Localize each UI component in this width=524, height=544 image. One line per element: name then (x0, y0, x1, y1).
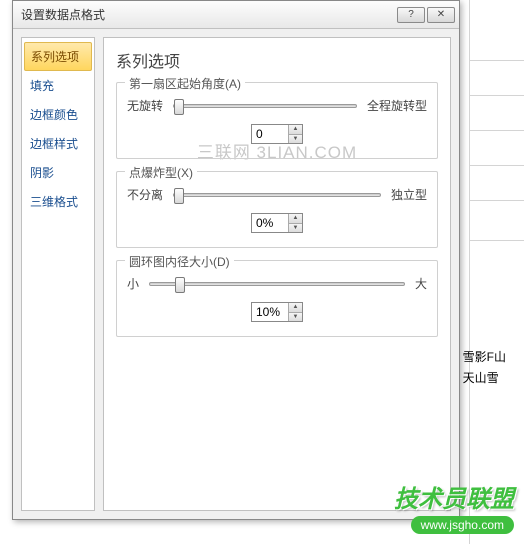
sidebar: 系列选项 填充 边框颜色 边框样式 阴影 三维格式 (21, 37, 95, 511)
explosion-slider[interactable] (173, 193, 381, 197)
spin-up-icon[interactable]: ▲ (288, 125, 302, 135)
slider-thumb[interactable] (174, 188, 184, 204)
sidebar-item-border-color[interactable]: 边框颜色 (22, 100, 94, 129)
angle-slider[interactable] (173, 104, 357, 108)
titlebar: 设置数据点格式 ? ✕ (13, 1, 459, 29)
group-doughnut-hole: 圆环图内径大小(D) 小 大 10% ▲▼ (116, 260, 438, 337)
spinner[interactable]: ▲▼ (288, 303, 302, 321)
explosion-value-input[interactable]: 0% ▲▼ (251, 213, 303, 233)
group-label: 点爆炸型(X) (125, 164, 197, 181)
group-label: 第一扇区起始角度(A) (125, 75, 245, 92)
dialog-body: 系列选项 填充 边框颜色 边框样式 阴影 三维格式 系列选项 三联网 3LIAN… (13, 29, 459, 519)
spinner[interactable]: ▲▼ (288, 214, 302, 232)
close-button[interactable]: ✕ (427, 7, 455, 23)
spin-up-icon[interactable]: ▲ (288, 214, 302, 224)
slider-thumb[interactable] (175, 277, 185, 293)
legend-label: 天山雪 (463, 369, 499, 386)
slider-min-label: 小 (127, 275, 139, 292)
main-panel: 系列选项 三联网 3LIAN.COM 第一扇区起始角度(A) 无旋转 全程旋转型… (103, 37, 451, 511)
value-text: 10% (256, 305, 280, 319)
help-button[interactable]: ? (397, 7, 425, 23)
sidebar-item-3d-format[interactable]: 三维格式 (22, 187, 94, 216)
brand-url: www.jsgho.com (411, 516, 514, 534)
value-text: 0% (256, 216, 273, 230)
slider-max-label: 独立型 (391, 186, 427, 203)
brand-watermark: 技术员联盟 www.jsgho.com (394, 479, 514, 534)
panel-title: 系列选项 (116, 48, 438, 72)
hole-size-slider[interactable] (149, 282, 405, 286)
spinner[interactable]: ▲▼ (288, 125, 302, 143)
spin-down-icon[interactable]: ▼ (288, 135, 302, 144)
sidebar-item-series-options[interactable]: 系列选项 (24, 42, 92, 71)
group-point-explosion: 点爆炸型(X) 不分离 独立型 0% ▲▼ (116, 171, 438, 248)
group-label: 圆环图内径大小(D) (125, 253, 234, 270)
hole-size-value-input[interactable]: 10% ▲▼ (251, 302, 303, 322)
legend-label: 雪影F山 (463, 348, 506, 365)
slider-min-label: 无旋转 (127, 97, 163, 114)
slider-max-label: 大 (415, 275, 427, 292)
spin-down-icon[interactable]: ▼ (288, 224, 302, 233)
group-first-slice-angle: 第一扇区起始角度(A) 无旋转 全程旋转型 0 ▲▼ (116, 82, 438, 159)
angle-value-input[interactable]: 0 ▲▼ (251, 124, 303, 144)
brand-name: 技术员联盟 (394, 479, 514, 514)
slider-min-label: 不分离 (127, 186, 163, 203)
dialog-title: 设置数据点格式 (21, 6, 395, 23)
spin-down-icon[interactable]: ▼ (288, 313, 302, 322)
sidebar-item-shadow[interactable]: 阴影 (22, 158, 94, 187)
sidebar-item-border-style[interactable]: 边框样式 (22, 129, 94, 158)
slider-max-label: 全程旋转型 (367, 97, 427, 114)
spin-up-icon[interactable]: ▲ (288, 303, 302, 313)
sidebar-item-fill[interactable]: 填充 (22, 71, 94, 100)
value-text: 0 (256, 127, 263, 141)
slider-thumb[interactable] (174, 99, 184, 115)
format-data-point-dialog: 设置数据点格式 ? ✕ 系列选项 填充 边框颜色 边框样式 阴影 三维格式 系列… (12, 0, 460, 520)
